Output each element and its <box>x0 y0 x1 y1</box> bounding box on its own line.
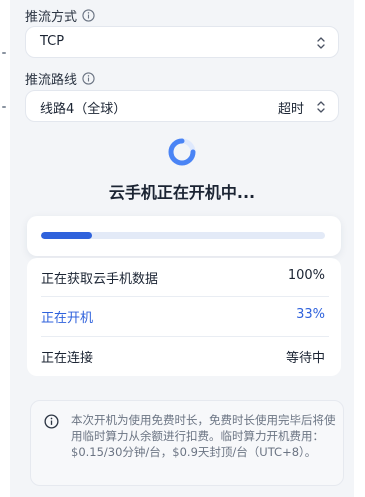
right-edge-panel <box>354 0 365 497</box>
stream-mode-label: 推流方式 <box>25 9 78 25</box>
chevron-up-down-icon <box>317 101 325 113</box>
stream-route-label-row: 推流路线 <box>25 69 95 88</box>
step-status: 等待中 <box>285 351 325 366</box>
step-row-booting: 正在开机 33% <box>27 297 341 335</box>
boot-panel: 推流方式 TCP 推流路线 线路4（全球） 超时 云手机正在开机中... 正在获… <box>10 0 354 497</box>
step-status: 33% <box>296 307 325 322</box>
edge-mark <box>2 52 6 54</box>
stream-route-value: 线路4（全球） <box>40 102 127 117</box>
info-icon[interactable] <box>82 8 95 22</box>
billing-notice-text: 本次开机为使用免费时长，免费时长使用完毕后将使用临时算力从余额进行扣费。临时算力… <box>71 413 336 459</box>
step-row-connecting: 正在连接 等待中 <box>27 337 341 375</box>
stream-mode-select[interactable]: TCP <box>25 26 339 58</box>
progress-card <box>27 216 341 256</box>
boot-status-title: 云手机正在开机中... <box>108 183 256 202</box>
loading-spinner-icon <box>168 138 196 166</box>
billing-notice: 本次开机为使用免费时长，免费时长使用完毕后将使用临时算力从余额进行扣费。临时算力… <box>30 400 344 486</box>
stream-mode-label-row: 推流方式 <box>25 6 95 25</box>
step-status: 100% <box>287 268 325 283</box>
stream-mode-value: TCP <box>40 34 65 49</box>
left-edge-panel <box>0 0 10 497</box>
step-row-fetch-data: 正在获取云手机数据 100% <box>27 258 341 296</box>
progress-fill <box>41 232 93 239</box>
step-label: 正在开机 <box>41 311 94 326</box>
boot-steps-list: 正在获取云手机数据 100% 正在开机 33% 正在连接 等待中 <box>27 258 341 376</box>
progress-bar <box>41 232 325 239</box>
step-label: 正在获取云手机数据 <box>41 272 159 287</box>
info-icon[interactable] <box>82 71 95 85</box>
stream-route-select[interactable]: 线路4（全球） 超时 <box>25 90 339 122</box>
chevron-up-down-icon <box>317 37 325 49</box>
info-circle-icon <box>44 414 59 429</box>
step-label: 正在连接 <box>41 351 94 366</box>
stream-route-label: 推流路线 <box>25 72 78 88</box>
stream-route-status: 超时 <box>277 102 304 117</box>
edge-mark <box>2 106 6 108</box>
